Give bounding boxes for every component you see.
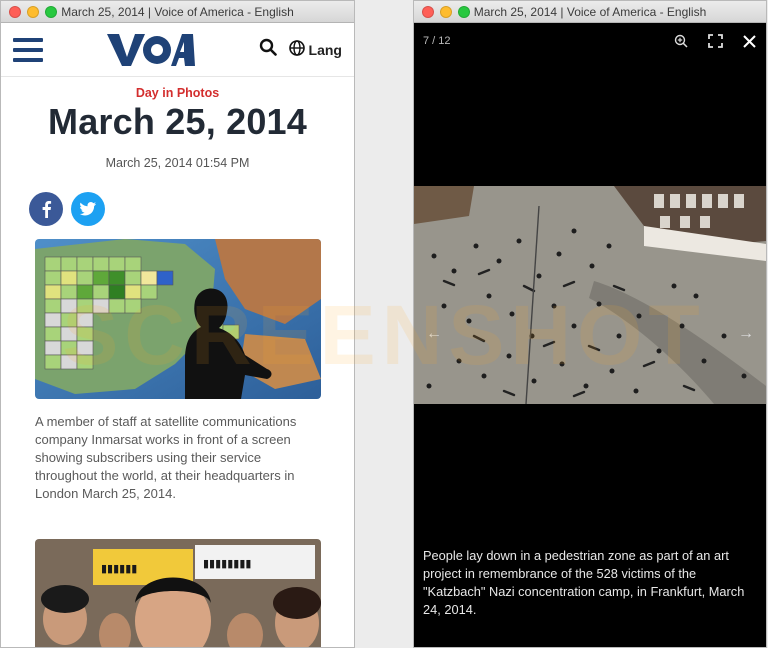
arrow-right-icon[interactable]: → (738, 325, 754, 343)
svg-text:▮▮▮▮▮▮: ▮▮▮▮▮▮ (101, 562, 137, 575)
gallery-photo-frankfurt[interactable] (414, 186, 766, 404)
section-kicker[interactable]: Day in Photos (35, 86, 320, 100)
publish-date: March 25, 2014 01:54 PM (105, 156, 250, 170)
minimize-window-button[interactable] (27, 5, 39, 18)
photo-viewer-window: March 25, 2014 | Voice of America - Engl… (413, 0, 767, 648)
article-body: Day in Photos March 25, 2014 March 25, 2… (1, 86, 354, 647)
article-photo-protest[interactable]: ▮▮▮▮▮▮ ▮▮▮▮▮▮▮▮ (35, 539, 321, 647)
zoom-window-button[interactable] (458, 5, 470, 18)
minimize-window-button[interactable] (440, 5, 452, 18)
twitter-share-button[interactable] (71, 192, 105, 226)
facebook-share-button[interactable] (29, 192, 63, 226)
title-bar: March 25, 2014 | Voice of America - Engl… (414, 1, 766, 23)
title-bar: March 25, 2014 | Voice of America - Engl… (1, 1, 354, 23)
site-header: Lang (1, 23, 354, 77)
gallery-caption: People lay down in a pedestrian zone as … (423, 548, 745, 617)
fullscreen-icon[interactable] (708, 34, 723, 48)
close-icon[interactable] (743, 34, 756, 48)
twitter-icon (80, 202, 96, 216)
globe-icon (288, 40, 305, 59)
article-window: March 25, 2014 | Voice of America - Engl… (0, 0, 355, 648)
page-title: March 25, 2014 (48, 101, 307, 142)
svg-text:▮▮▮▮▮▮▮▮: ▮▮▮▮▮▮▮▮ (203, 557, 251, 570)
lang-label: Lang (308, 41, 342, 58)
slide-counter: 7 / 12 (423, 35, 451, 47)
search-icon[interactable] (259, 38, 277, 61)
voa-logo[interactable] (105, 31, 197, 69)
hamburger-menu-icon[interactable] (13, 37, 43, 62)
close-window-button[interactable] (9, 5, 21, 18)
close-window-button[interactable] (422, 5, 434, 18)
viewer-toolbar: 7 / 12 (414, 23, 766, 59)
zoom-window-button[interactable] (45, 5, 57, 18)
arrow-left-icon[interactable]: ← (426, 325, 442, 343)
share-buttons (29, 192, 320, 226)
photo-caption: A member of staff at satellite communica… (35, 414, 297, 501)
article-photo-inmarsat[interactable] (35, 239, 321, 399)
language-selector[interactable]: Lang (288, 40, 342, 59)
facebook-icon (42, 201, 52, 218)
zoom-in-icon[interactable] (674, 34, 688, 48)
